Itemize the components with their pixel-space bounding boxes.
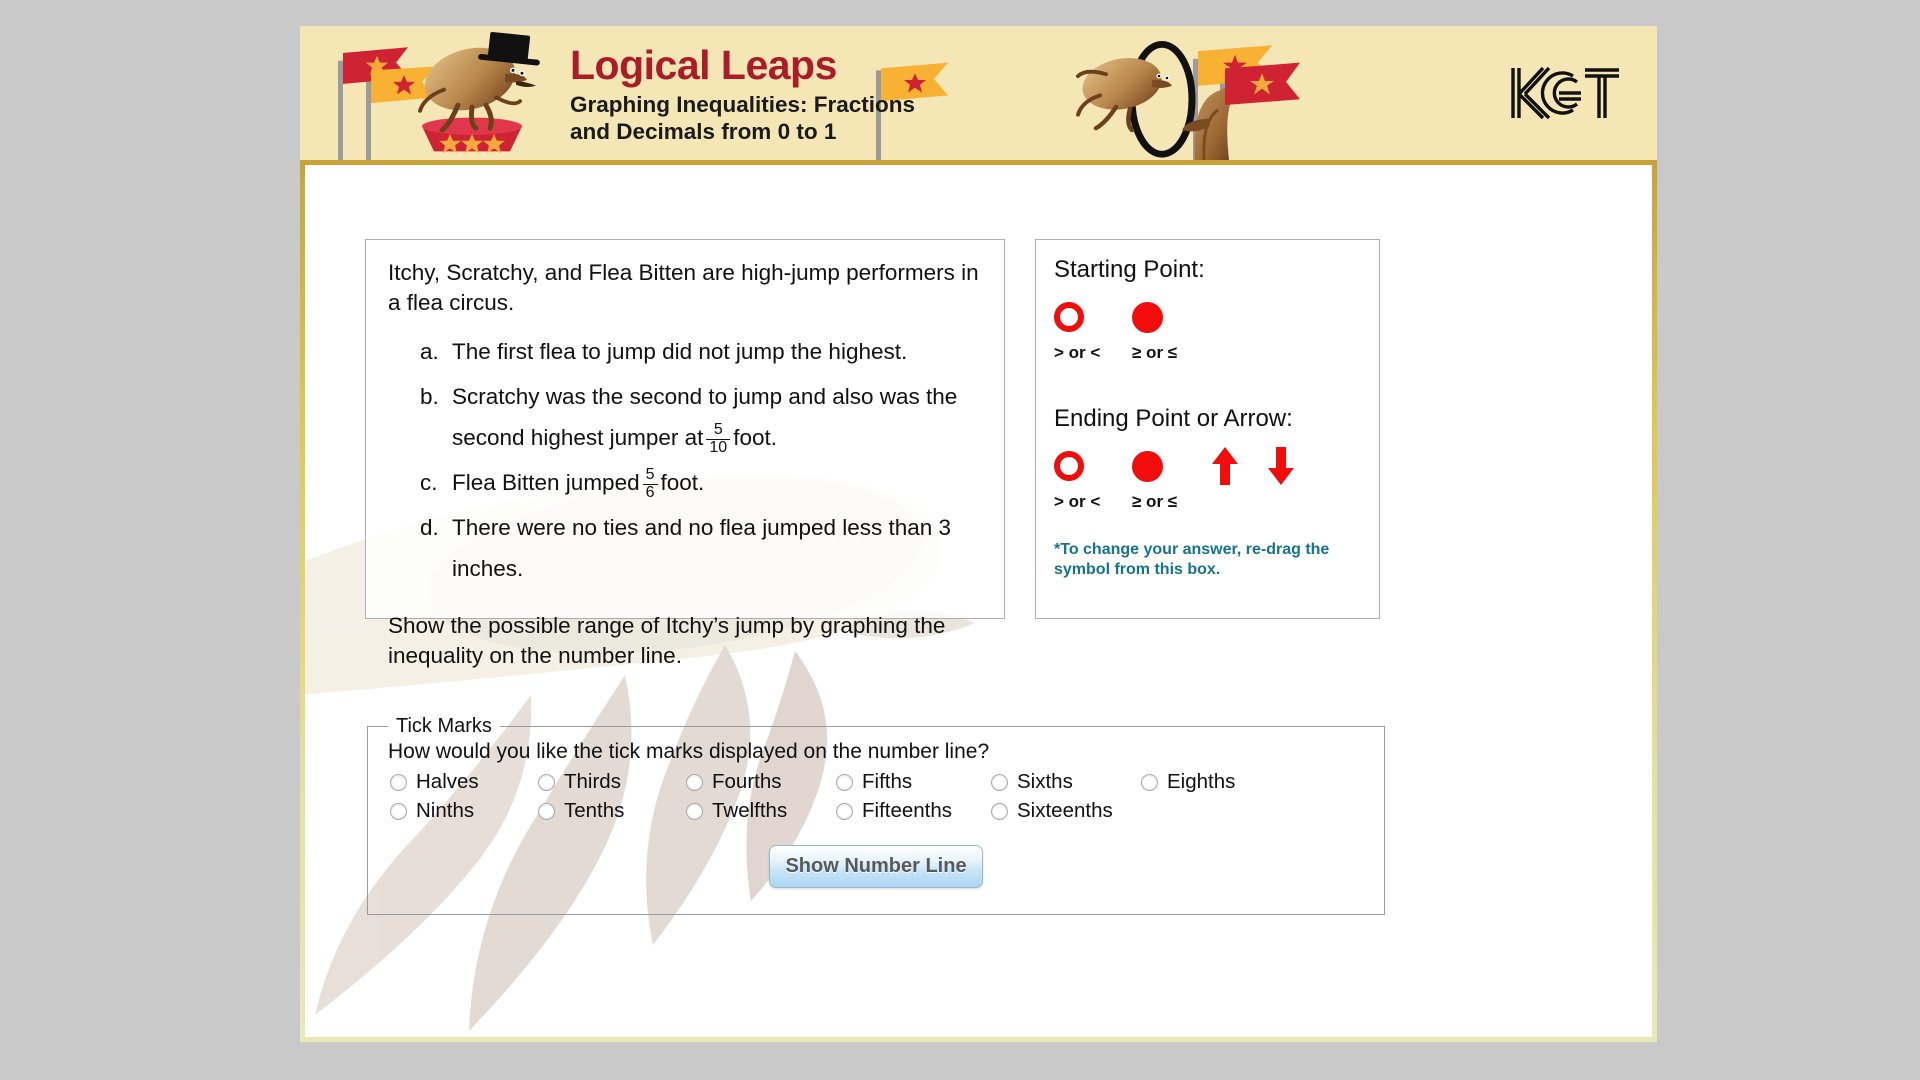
radio-button-icon[interactable] bbox=[686, 773, 703, 791]
ending-open-circle[interactable]: > or < bbox=[1054, 443, 1132, 512]
ending-point-heading: Ending Point or Arrow: bbox=[1054, 405, 1293, 432]
symbol-label: ≥ or ≤ bbox=[1132, 492, 1178, 511]
radio-option-halves[interactable]: Halves bbox=[390, 770, 538, 794]
radio-option-sixteenths[interactable]: Sixteenths bbox=[991, 799, 1141, 823]
list-item: d. There were no ties and no flea jumped… bbox=[420, 508, 982, 590]
show-number-line-button[interactable]: Show Number Line bbox=[769, 845, 983, 888]
tick-marks-legend: Tick Marks bbox=[396, 715, 492, 737]
starting-point-symbols: > or < ≥ or ≤ bbox=[1054, 294, 1361, 363]
arrow-down-icon[interactable] bbox=[1266, 445, 1296, 487]
clue-text: Scratchy was the second to jump and also… bbox=[452, 383, 958, 450]
page-subtitle-line1: Graphing Inequalities: Fractions bbox=[570, 92, 916, 118]
clue-text-after: foot. bbox=[733, 424, 777, 450]
radio-button-icon[interactable] bbox=[686, 802, 703, 820]
tick-marks-question: How would you like the tick marks displa… bbox=[388, 740, 990, 763]
clue-marker: c. bbox=[420, 469, 438, 495]
clue-marker: b. bbox=[420, 383, 439, 409]
radio-label: Fourths bbox=[712, 770, 782, 793]
list-item: b. Scratchy was the second to jump and a… bbox=[420, 377, 982, 459]
radio-option-twelfths[interactable]: Twelfths bbox=[686, 799, 836, 823]
content-area: Itchy, Scratchy, and Flea Bitten are hig… bbox=[300, 165, 1657, 1042]
drag-hint-note: *To change your answer, re-drag the symb… bbox=[1054, 540, 1361, 581]
radio-option-fourths[interactable]: Fourths bbox=[686, 770, 836, 794]
story-task: Show the possible range of Itchy’s jump … bbox=[388, 613, 946, 669]
radio-option-fifths[interactable]: Fifths bbox=[836, 770, 991, 794]
clue-text-after: foot. bbox=[660, 469, 705, 495]
banner-artwork bbox=[338, 31, 1300, 160]
arrow-up-icon[interactable] bbox=[1210, 445, 1240, 487]
page-subtitle-line2: and Decimals from 0 to 1 bbox=[570, 118, 837, 144]
starting-filled-circle[interactable]: ≥ or ≤ bbox=[1132, 294, 1210, 363]
radio-button-icon[interactable] bbox=[836, 802, 853, 820]
symbol-label: > or < bbox=[1054, 492, 1101, 511]
symbols-panel: Starting Point: > or < ≥ or ≤ Ending Poi… bbox=[1035, 239, 1380, 619]
banner-header: Logical Leaps Graphing Inequalities: Fra… bbox=[300, 26, 1657, 165]
note-line-2: symbol from this box. bbox=[1054, 561, 1221, 579]
list-item: a. The first flea to jump did not jump t… bbox=[420, 332, 982, 373]
radio-option-eighths[interactable]: Eighths bbox=[1141, 770, 1281, 794]
radio-option-fifteenths[interactable]: Fifteenths bbox=[836, 799, 991, 823]
radio-button-icon[interactable] bbox=[991, 773, 1008, 791]
radio-option-thirds[interactable]: Thirds bbox=[538, 770, 686, 794]
radio-option-tenths[interactable]: Tenths bbox=[538, 799, 686, 823]
banner-title-block: Logical Leaps Graphing Inequalities: Fra… bbox=[570, 42, 916, 145]
open-circle-icon[interactable] bbox=[1054, 302, 1084, 332]
fraction-five-tenths: 5 10 bbox=[706, 421, 731, 457]
clue-text: There were no ties and no flea jumped le… bbox=[452, 514, 952, 581]
radio-option-sixths[interactable]: Sixths bbox=[991, 770, 1141, 794]
clue-text: Flea Bitten jumped bbox=[452, 469, 640, 495]
application-window: Logical Leaps Graphing Inequalities: Fra… bbox=[300, 26, 1657, 1042]
ending-filled-circle[interactable]: ≥ or ≤ bbox=[1132, 443, 1210, 512]
radio-label: Fifths bbox=[862, 770, 913, 793]
radio-label: Sixths bbox=[1017, 770, 1073, 793]
clue-marker: d. bbox=[420, 514, 439, 540]
radio-button-icon[interactable] bbox=[390, 802, 407, 820]
fraction-five-sixths: 56 bbox=[642, 466, 658, 502]
radio-button-icon[interactable] bbox=[390, 773, 407, 791]
symbol-label: > or < bbox=[1054, 343, 1101, 362]
story-intro: Itchy, Scratchy, and Flea Bitten are hig… bbox=[388, 260, 979, 315]
tick-marks-fieldset: Tick Marks How would you like the tick m… bbox=[367, 715, 1385, 915]
radio-grid-spacer bbox=[1141, 799, 1281, 823]
radio-label: Eighths bbox=[1167, 770, 1236, 793]
ket-logo-icon bbox=[1511, 66, 1619, 120]
radio-button-icon[interactable] bbox=[836, 773, 853, 791]
radio-button-icon[interactable] bbox=[991, 802, 1008, 820]
clue-text: The first flea to jump did not jump the … bbox=[452, 338, 908, 364]
radio-button-icon[interactable] bbox=[1141, 773, 1158, 791]
ending-point-symbols: > or < ≥ or ≤ bbox=[1054, 443, 1361, 512]
radio-label: Tenths bbox=[564, 799, 625, 822]
starting-open-circle[interactable]: > or < bbox=[1054, 294, 1132, 363]
clue-marker: a. bbox=[420, 338, 439, 364]
radio-label: Thirds bbox=[564, 770, 621, 793]
filled-circle-icon[interactable] bbox=[1132, 450, 1163, 482]
note-line-1: *To change your answer, re-drag the bbox=[1054, 541, 1330, 558]
radio-label: Halves bbox=[416, 770, 479, 793]
list-item: c. Flea Bitten jumped 5 6 foot. bbox=[420, 463, 982, 504]
story-panel: Itchy, Scratchy, and Flea Bitten are hig… bbox=[365, 239, 1005, 668]
page-title: Logical Leaps bbox=[570, 42, 837, 88]
radio-label: Sixteenths bbox=[1017, 799, 1113, 822]
ending-arrow-up[interactable] bbox=[1210, 443, 1266, 489]
radio-button-icon[interactable] bbox=[538, 773, 555, 791]
ending-arrow-down[interactable] bbox=[1266, 443, 1322, 489]
filled-circle-icon[interactable] bbox=[1132, 301, 1163, 333]
radio-label: Fifteenths bbox=[862, 799, 953, 822]
radio-button-icon[interactable] bbox=[538, 802, 555, 820]
radio-option-ninths[interactable]: Ninths bbox=[390, 799, 538, 823]
radio-label: Twelfths bbox=[712, 799, 788, 822]
clue-list: a. The first flea to jump did not jump t… bbox=[388, 332, 982, 590]
starting-point-heading: Starting Point: bbox=[1054, 256, 1205, 283]
open-circle-icon[interactable] bbox=[1054, 451, 1084, 481]
tick-marks-options: Halves Thirds Fourths Fifths Sixths Eigh… bbox=[390, 770, 1366, 823]
symbol-label: ≥ or ≤ bbox=[1132, 343, 1178, 362]
radio-label: Ninths bbox=[416, 799, 475, 822]
